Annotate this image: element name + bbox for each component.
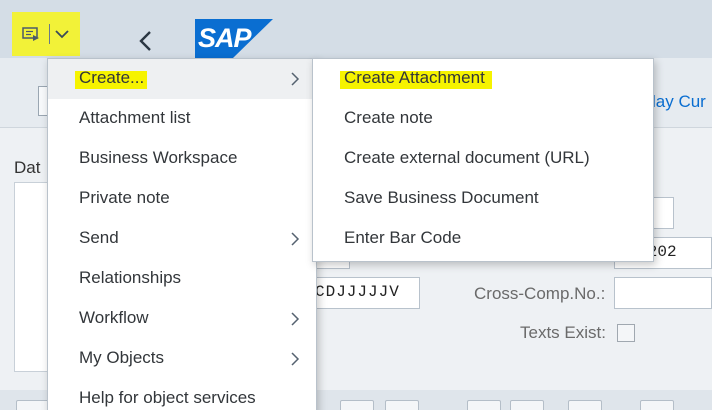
bottom-toolbar-button[interactable]	[467, 400, 501, 410]
chevron-down-icon[interactable]	[55, 29, 69, 39]
bottom-toolbar-button[interactable]	[640, 400, 674, 410]
chevron-right-icon	[291, 312, 300, 326]
menu-item-create[interactable]: Create...	[48, 59, 316, 99]
bottom-toolbar-button[interactable]	[340, 400, 374, 410]
texts-exist-checkbox[interactable]	[617, 324, 635, 342]
submenu-item-create-note[interactable]: Create note	[313, 99, 653, 139]
menu-item-workflow[interactable]: Workflow	[48, 299, 316, 339]
header-bar	[0, 0, 712, 58]
sap-logo-text: SAP	[198, 23, 252, 53]
display-currency-link[interactable]: lay Cur	[652, 92, 706, 112]
menu-item-label: My Objects	[79, 348, 165, 367]
services-for-object-button[interactable]	[12, 12, 80, 56]
services-for-object-icon	[22, 27, 39, 41]
menu-item-relationships[interactable]: Relationships	[48, 259, 316, 299]
menu-item-label: Help for object services	[79, 388, 256, 407]
bottom-toolbar-button[interactable]	[385, 400, 419, 410]
menu-item-help-object-services[interactable]: Help for object services	[48, 379, 316, 410]
menu-item-label: Attachment list	[79, 108, 191, 127]
services-for-object-menu: Create... Attachment list Business Works…	[47, 58, 317, 410]
bottom-toolbar-button[interactable]	[16, 400, 50, 410]
cross-comp-label: Cross-Comp.No.:	[474, 284, 606, 303]
menu-item-my-objects[interactable]: My Objects	[48, 339, 316, 379]
chevron-right-icon	[291, 352, 300, 366]
submenu-item-create-attachment[interactable]: Create Attachment	[313, 59, 653, 99]
chevron-right-icon	[291, 232, 300, 246]
submenu-item-label: Create Attachment	[344, 68, 485, 87]
submenu-item-label: Enter Bar Code	[344, 228, 462, 247]
submenu-item-label: Create external document (URL)	[344, 148, 590, 167]
submenu-item-label: Create note	[344, 108, 433, 127]
menu-item-label: Private note	[79, 188, 170, 207]
create-submenu: Create Attachment Create note Create ext…	[312, 58, 654, 262]
button-separator	[49, 24, 50, 44]
submenu-item-label: Save Business Document	[344, 188, 539, 207]
cross-comp-field[interactable]	[614, 277, 712, 309]
menu-item-label: Relationships	[79, 268, 182, 287]
menu-item-business-workspace[interactable]: Business Workspace	[48, 139, 316, 179]
menu-item-label: Business Workspace	[79, 148, 238, 167]
document-id-field[interactable]: CDJJJJJV	[310, 277, 420, 309]
menu-item-label: Create...	[79, 68, 145, 87]
menu-item-attachment-list[interactable]: Attachment list	[48, 99, 316, 139]
menu-item-label: Send	[79, 228, 119, 247]
bottom-toolbar-button[interactable]	[510, 400, 544, 410]
menu-item-label: Workflow	[79, 308, 149, 327]
menu-item-send[interactable]: Send	[48, 219, 316, 259]
sap-logo: SAP	[195, 19, 273, 58]
submenu-item-save-business-document[interactable]: Save Business Document	[313, 179, 653, 219]
data-section-label: Dat	[14, 158, 41, 177]
submenu-item-enter-bar-code[interactable]: Enter Bar Code	[313, 219, 653, 259]
chevron-left-icon[interactable]	[138, 30, 154, 52]
texts-exist-label: Texts Exist:	[520, 323, 606, 342]
chevron-right-icon	[291, 72, 300, 86]
submenu-item-create-external-document[interactable]: Create external document (URL)	[313, 139, 653, 179]
menu-item-private-note[interactable]: Private note	[48, 179, 316, 219]
bottom-toolbar-button[interactable]	[568, 400, 602, 410]
